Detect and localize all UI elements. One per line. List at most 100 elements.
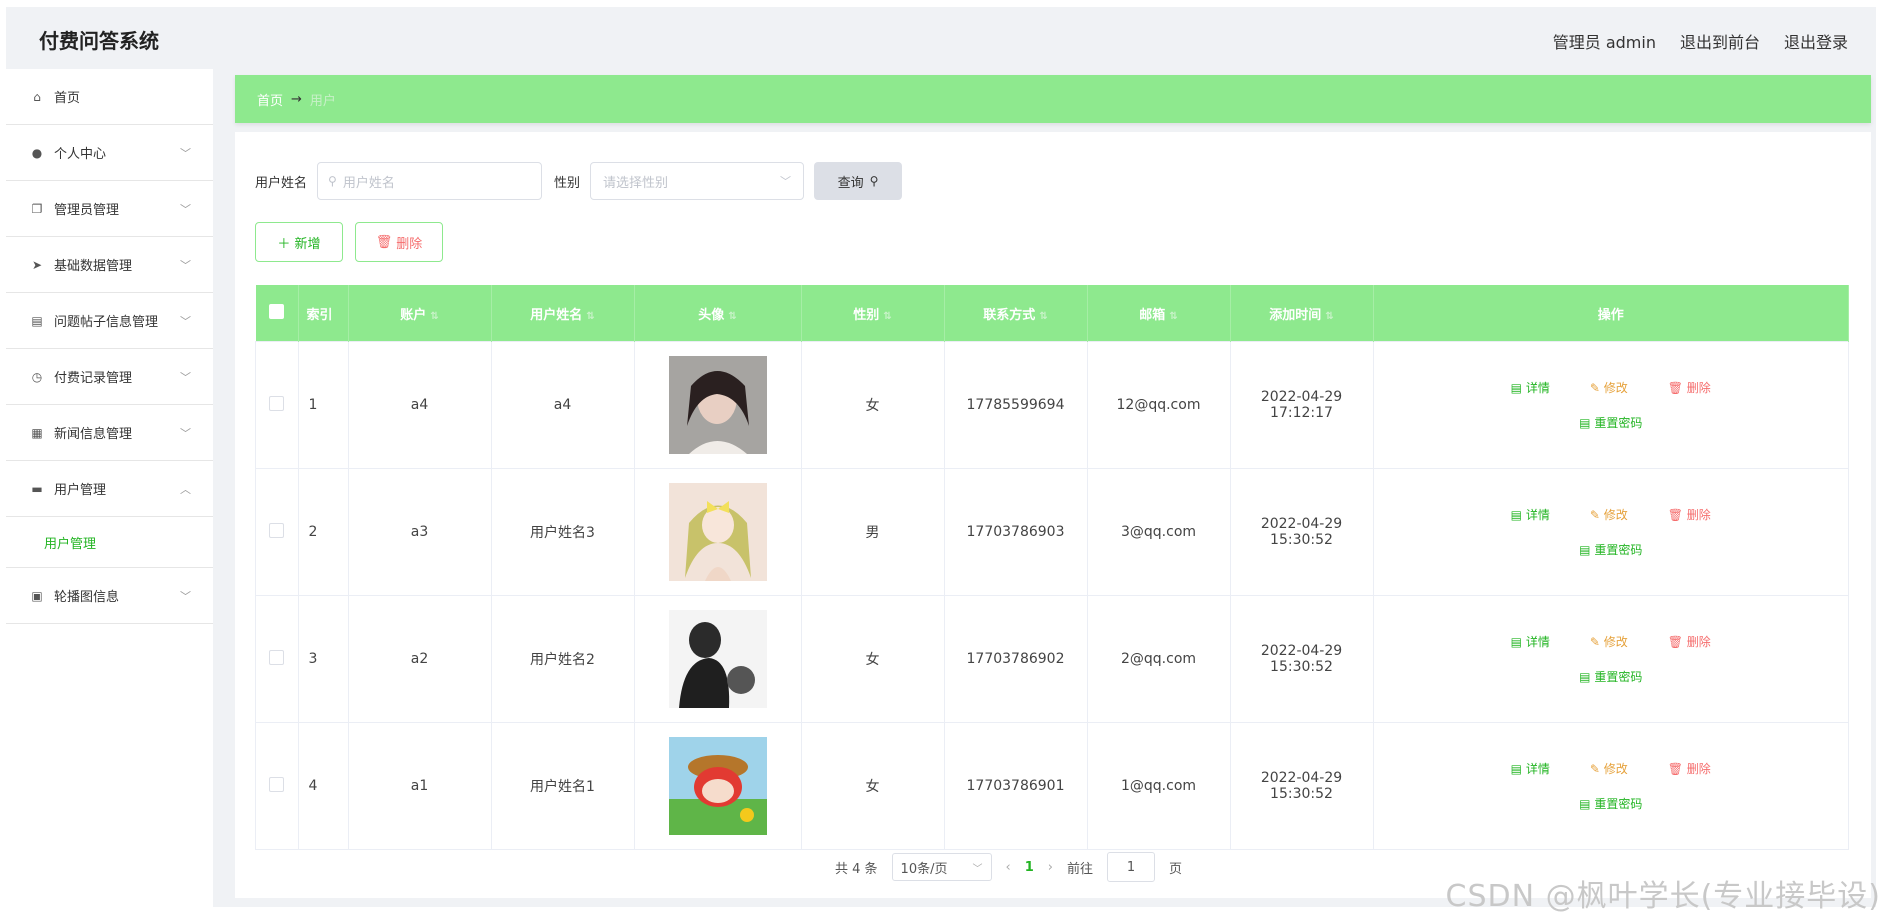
edit-button[interactable]: ✎ 修改 <box>1590 506 1628 523</box>
column-header-account[interactable]: 账户 ⇅ <box>348 285 492 342</box>
column-header-time[interactable]: 添加时间 ⇅ <box>1230 285 1374 342</box>
avatar <box>668 483 767 581</box>
watermark: CSDN @枫叶学长(专业接毕设) <box>1445 879 1881 914</box>
column-header-phone[interactable]: 联系方式 ⇅ <box>944 285 1088 342</box>
app-frame: 付费问答系统 管理员 admin 退出到前台 退出登录 ⌂ 首页 ● 个人中心 … <box>6 7 1876 907</box>
reset-password-button[interactable]: ▤ 重置密码 <box>1579 668 1642 685</box>
action-bar: ＋ 新增 🗑 删除 <box>255 222 443 262</box>
delete-button[interactable]: 🗑 删除 <box>1668 760 1711 777</box>
clock-icon: ◷ <box>31 369 43 384</box>
edit-button[interactable]: ✎ 修改 <box>1590 379 1628 396</box>
delete-label: 删除 <box>1686 508 1711 522</box>
reset-password-button[interactable]: ▤ 重置密码 <box>1579 414 1642 431</box>
sort-icon[interactable]: ⇅ <box>883 311 891 322</box>
send-icon: ➤ <box>31 257 43 272</box>
cell-gender: 男 <box>800 468 945 596</box>
user-icon: ● <box>31 145 43 160</box>
header-label: 操作 <box>1597 307 1624 323</box>
column-header-avatar[interactable]: 头像 ⇅ <box>634 285 802 342</box>
goto-page-input[interactable]: 1 <box>1107 852 1156 882</box>
sidebar-item-label: 首页 <box>54 91 81 106</box>
detail-button[interactable]: ▤ 详情 <box>1511 506 1550 523</box>
delete-button[interactable]: 🗑 删除 <box>1668 506 1711 523</box>
cell-avatar <box>633 722 802 850</box>
sidebar-item-label: 付费记录管理 <box>54 371 133 386</box>
header-links: 管理员 admin 退出到前台 退出登录 <box>1553 29 1848 53</box>
sort-icon[interactable]: ⇅ <box>430 311 438 322</box>
row-select-cell[interactable] <box>255 595 299 723</box>
breadcrumb-home[interactable]: 首页 <box>257 90 283 109</box>
cell-time: 2022-04-29 17:12:17 <box>1229 341 1374 469</box>
sidebar-item-home[interactable]: ⌂ 首页 <box>6 69 213 125</box>
main-content: 用户姓名 ⚲ 用户姓名 性别 请选择性别 ﹀ 查询 ⚲ ＋ 新增 🗑 删除 索引… <box>235 132 1871 898</box>
cell-time: 2022-04-29 15:30:52 <box>1229 722 1374 850</box>
current-page-number[interactable]: 1 <box>1025 860 1034 875</box>
row-checkbox[interactable] <box>269 649 285 665</box>
sort-icon[interactable]: ⇅ <box>1169 311 1177 322</box>
edit-label: 修改 <box>1603 635 1628 649</box>
page-size-value: 10条/页 <box>900 861 948 877</box>
query-button[interactable]: 查询 ⚲ <box>814 162 903 200</box>
edit-button[interactable]: ✎ 修改 <box>1590 760 1628 777</box>
edit-button[interactable]: ✎ 修改 <box>1590 633 1628 650</box>
column-header-name[interactable]: 用户姓名 ⇅ <box>491 285 635 342</box>
sidebar-item-personal-center[interactable]: ● 个人中心 ﹀ <box>6 125 213 181</box>
detail-label: 详情 <box>1525 635 1550 649</box>
batch-delete-button[interactable]: 🗑 删除 <box>355 222 443 262</box>
detail-button[interactable]: ▤ 详情 <box>1511 633 1550 650</box>
row-select-cell[interactable] <box>255 722 299 850</box>
sort-icon[interactable]: ⇅ <box>728 311 736 322</box>
reset-password-button[interactable]: ▤ 重置密码 <box>1579 541 1642 558</box>
logout-link[interactable]: 退出登录 <box>1784 29 1848 53</box>
exit-to-front-link[interactable]: 退出到前台 <box>1680 29 1760 53</box>
edit-label: 修改 <box>1603 381 1628 395</box>
chevron-down-icon: ﹀ <box>180 203 191 216</box>
sidebar-item-carousel[interactable]: ▣ 轮播图信息 ﹀ <box>6 568 213 624</box>
sidebar-item-label: 问题帖子信息管理 <box>54 315 159 330</box>
delete-label: 删除 <box>1686 635 1711 649</box>
header-label: 用户姓名 <box>530 307 583 323</box>
column-header-gender[interactable]: 性别 ⇅ <box>801 285 945 342</box>
gender-select[interactable]: 请选择性别 ﹀ <box>590 162 805 200</box>
copy-icon: ❐ <box>31 201 43 216</box>
prev-page-icon[interactable]: ‹ <box>1006 860 1011 875</box>
column-header-email[interactable]: 邮箱 ⇅ <box>1087 285 1231 342</box>
sidebar-item-admin-manage[interactable]: ❐ 管理员管理 ﹀ <box>6 181 213 237</box>
delete-button[interactable]: 🗑 删除 <box>1668 379 1711 396</box>
detail-button[interactable]: ▤ 详情 <box>1511 379 1550 396</box>
top-bar: 付费问答系统 管理员 admin 退出到前台 退出登录 <box>6 7 1876 69</box>
sidebar-item-user-manage[interactable]: ▬ 用户管理 ︿ <box>6 461 213 517</box>
row-select-cell[interactable] <box>255 468 299 596</box>
chevron-down-icon: ﹀ <box>180 147 191 160</box>
reset-password-button[interactable]: ▤ 重置密码 <box>1579 795 1642 812</box>
row-select-cell[interactable] <box>255 341 299 469</box>
sidebar-subitem-user-manage[interactable]: 用户管理 <box>6 517 213 568</box>
table-row: 4 a1 用户姓名1 女 17703786901 1@qq.com 2022-0… <box>255 722 1849 850</box>
sort-icon[interactable]: ⇅ <box>1325 311 1333 322</box>
name-search-input[interactable]: ⚲ 用户姓名 <box>317 162 543 200</box>
add-button[interactable]: ＋ 新增 <box>255 222 343 262</box>
row-checkbox[interactable] <box>269 776 285 792</box>
row-checkbox[interactable] <box>269 395 285 411</box>
sidebar-item-post-manage[interactable]: ▤ 问题帖子信息管理 ﹀ <box>6 293 213 349</box>
sidebar-item-news-manage[interactable]: ▦ 新闻信息管理 ﹀ <box>6 405 213 461</box>
page-size-select[interactable]: 10条/页 ﹀ <box>891 853 992 881</box>
table-row: 3 a2 用户姓名2 女 17703786902 2@qq.com 2022-0… <box>255 595 1849 723</box>
delete-button[interactable]: 🗑 删除 <box>1668 633 1711 650</box>
cell-phone: 17703786902 <box>943 595 1088 723</box>
gender-select-placeholder: 请选择性别 <box>603 175 669 191</box>
sidebar-item-basic-data[interactable]: ➤ 基础数据管理 ﹀ <box>6 237 213 293</box>
select-all-checkbox[interactable] <box>269 303 284 319</box>
select-all-header[interactable] <box>255 285 299 342</box>
cell-email: 1@qq.com <box>1086 722 1231 850</box>
next-page-icon[interactable]: › <box>1048 860 1053 875</box>
reset-password-label: 重置密码 <box>1594 543 1643 557</box>
chevron-down-icon: ﹀ <box>180 259 191 272</box>
sort-icon[interactable]: ⇅ <box>586 311 594 322</box>
row-checkbox[interactable] <box>269 522 285 538</box>
sidebar-item-payment-records[interactable]: ◷ 付费记录管理 ﹀ <box>6 349 213 405</box>
header-label: 邮箱 <box>1139 307 1166 323</box>
sort-icon[interactable]: ⇅ <box>1039 311 1047 322</box>
row-ops: ▤ 详情 ✎ 修改 🗑 删除 ▤ 重置密码 <box>1375 506 1848 558</box>
detail-button[interactable]: ▤ 详情 <box>1511 760 1550 777</box>
